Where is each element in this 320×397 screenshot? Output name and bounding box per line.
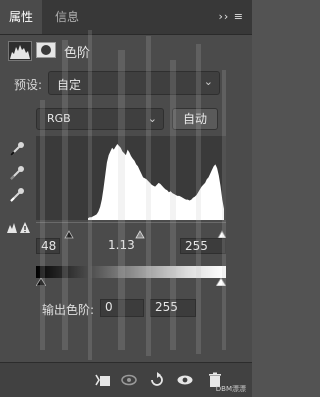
panel-tab-bar: 属性 信息 ›› ≡ (0, 0, 252, 35)
gamma-handle[interactable] (135, 230, 145, 239)
clip-to-layer-icon[interactable] (94, 371, 112, 389)
output-white-field[interactable]: 255 (150, 299, 196, 317)
output-black-field[interactable]: 0 (100, 299, 144, 317)
adjustment-header: 色阶 (0, 35, 252, 63)
output-levels-gradient (36, 266, 226, 278)
white-point-handle[interactable] (217, 230, 227, 239)
levels-icon[interactable] (8, 41, 32, 61)
eyedropper-gray-icon[interactable] (8, 164, 26, 182)
black-point-handle[interactable] (64, 230, 74, 239)
channel-dropdown[interactable]: RGB ⌄ (36, 108, 164, 130)
output-black-handle[interactable] (36, 278, 46, 286)
auto-button[interactable]: 自动 (172, 108, 218, 130)
histogram-baseline (36, 222, 226, 223)
tab-properties-label: 属性 (9, 10, 34, 24)
channel-value: RGB (47, 112, 71, 125)
histogram-fill (88, 144, 224, 220)
clipping-warning-icon[interactable] (6, 219, 30, 233)
tab-info[interactable]: 信息 (46, 0, 88, 34)
bottom-toolbar: DBM漂漂 (0, 362, 252, 397)
watermark-text: DBM漂漂 (215, 385, 246, 393)
eyedropper-white-icon[interactable] (8, 186, 26, 204)
chevron-down-icon: ⌄ (147, 112, 157, 125)
input-levels-slider[interactable] (36, 225, 227, 239)
tab-info-label: 信息 (55, 10, 80, 24)
input-gamma-field[interactable]: 1.13 (108, 238, 142, 254)
histogram-graph (88, 144, 224, 220)
properties-panel: 属性 信息 ›› ≡ 色阶 预设: 自定 ⌄ RGB ⌄ 自动 48 1.13 … (0, 0, 252, 397)
input-black-field[interactable]: 48 (36, 238, 60, 254)
output-levels-label: 输出色阶: (42, 303, 95, 317)
view-previous-icon[interactable] (120, 371, 138, 389)
preset-dropdown[interactable]: 自定 ⌄ (48, 71, 220, 95)
eyedropper-black-icon[interactable] (8, 140, 26, 158)
preset-value: 自定 (57, 78, 82, 92)
eye-icon[interactable] (176, 371, 194, 389)
panel-menu-icon[interactable]: ›› ≡ (218, 0, 244, 34)
preset-label: 预设: (14, 78, 43, 92)
mask-icon[interactable] (36, 42, 56, 58)
tab-properties[interactable]: 属性 (0, 0, 43, 34)
output-white-handle[interactable] (216, 278, 226, 286)
histogram (36, 136, 226, 220)
reset-icon[interactable] (148, 371, 166, 389)
input-white-field[interactable]: 255 (180, 238, 226, 254)
chevron-down-icon: ⌄ (203, 75, 213, 88)
adjustment-title: 色阶 (64, 46, 91, 61)
